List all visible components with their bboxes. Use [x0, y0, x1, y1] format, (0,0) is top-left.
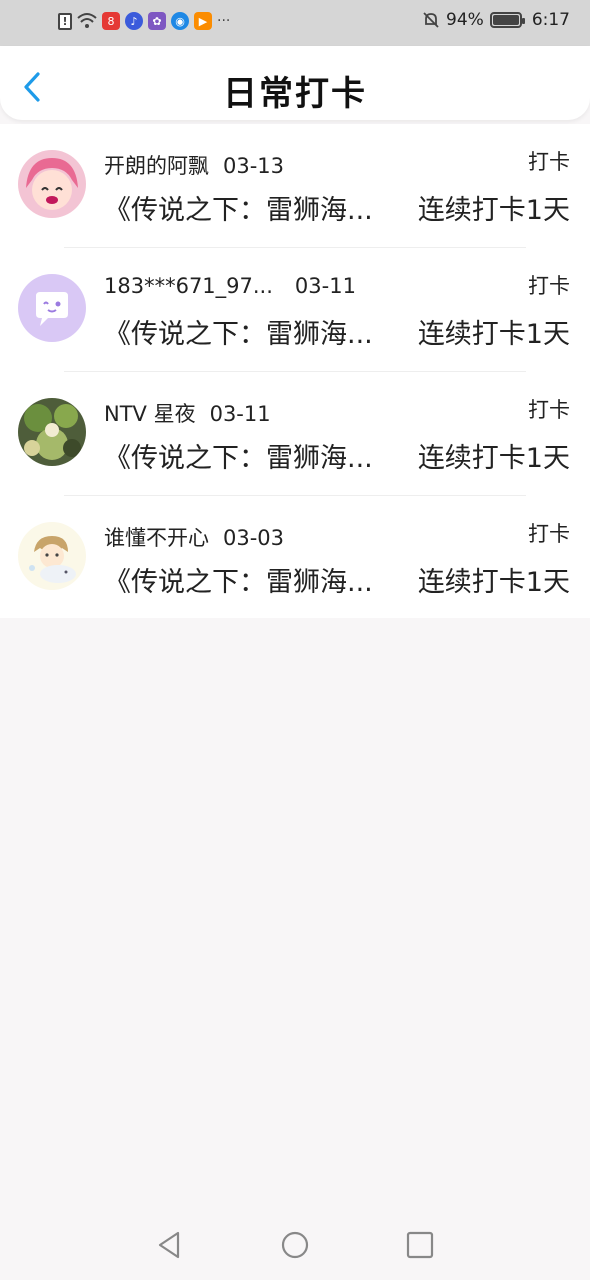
- battery-percent: 94%: [446, 10, 484, 30]
- square-recents-icon: [406, 1231, 434, 1259]
- checkin-action: 打卡: [528, 522, 570, 546]
- anime-app-icon: ✿: [148, 12, 166, 30]
- nav-back-button[interactable]: [154, 1230, 184, 1260]
- checkin-date: 03-03: [223, 526, 285, 550]
- circle-home-icon: [281, 1231, 309, 1259]
- checkin-description: 《传说之下：雷狮海...: [104, 195, 373, 226]
- checkin-action: 打卡: [528, 150, 570, 174]
- list-item[interactable]: 开朗的阿飘 03-13 打卡 《传说之下：雷狮海... 连续打卡1天: [0, 124, 590, 248]
- checkin-date: 03-13: [223, 154, 285, 178]
- more-notifications: ···: [217, 13, 231, 29]
- streak-label: 连续打卡1天: [417, 319, 570, 350]
- username: 谁懂不开心: [104, 526, 209, 550]
- username: 183***671_97...: [104, 274, 273, 298]
- list-item[interactable]: 谁懂不开心 03-03 打卡 《传说之下：雷狮海... 连续打卡1天: [0, 496, 590, 620]
- checkin-date: 03-11: [294, 274, 356, 298]
- system-nav-bar: [0, 1210, 590, 1280]
- header-bar: 日常打卡: [0, 46, 590, 120]
- checkin-action: 打卡: [528, 398, 570, 422]
- browser-app-icon: ◉: [171, 12, 189, 30]
- triangle-back-icon: [158, 1231, 180, 1259]
- avatar[interactable]: [18, 398, 86, 466]
- alert-icon: !: [58, 12, 72, 30]
- checkin-description: 《传说之下：雷狮海...: [104, 319, 373, 350]
- nav-home-button[interactable]: [280, 1230, 310, 1260]
- mute-bell-icon: [422, 11, 440, 29]
- streak-label: 连续打卡1天: [417, 443, 570, 474]
- streak-label: 连续打卡1天: [417, 567, 570, 598]
- wifi-icon: [77, 12, 97, 30]
- checkin-list: 开朗的阿飘 03-13 打卡 《传说之下：雷狮海... 连续打卡1天 183***…: [0, 124, 590, 618]
- page-title: 日常打卡: [223, 74, 367, 114]
- checkin-date: 03-11: [209, 402, 271, 426]
- checkin-description: 《传说之下：雷狮海...: [104, 443, 373, 474]
- music-app-icon: ♪: [125, 12, 143, 30]
- list-item[interactable]: NTV 星夜 03-11 打卡 《传说之下：雷狮海... 连续打卡1天: [0, 372, 590, 496]
- video-app-icon: ▶: [194, 12, 212, 30]
- avatar[interactable]: [18, 274, 86, 342]
- checkin-action: 打卡: [528, 274, 570, 298]
- checkin-description: 《传说之下：雷狮海...: [104, 567, 373, 598]
- app-red-icon: 8: [102, 12, 120, 30]
- avatar[interactable]: [18, 522, 86, 590]
- status-bar: ! 8 ♪ ✿ ◉ ▶ ··· 94% 6:17: [0, 0, 590, 46]
- status-right: 94% 6:17: [422, 10, 570, 30]
- list-item[interactable]: 183***671_97... 03-11 打卡 《传说之下：雷狮海... 连续打…: [0, 248, 590, 372]
- avatar[interactable]: [18, 150, 86, 218]
- clock: 6:17: [531, 10, 570, 30]
- notification-icons: ! 8 ♪ ✿ ◉ ▶ ···: [58, 12, 230, 30]
- battery-icon: [489, 12, 525, 28]
- username: 开朗的阿飘: [104, 154, 209, 178]
- username: NTV 星夜: [104, 402, 196, 426]
- nav-recents-button[interactable]: [405, 1230, 435, 1260]
- streak-label: 连续打卡1天: [417, 195, 570, 226]
